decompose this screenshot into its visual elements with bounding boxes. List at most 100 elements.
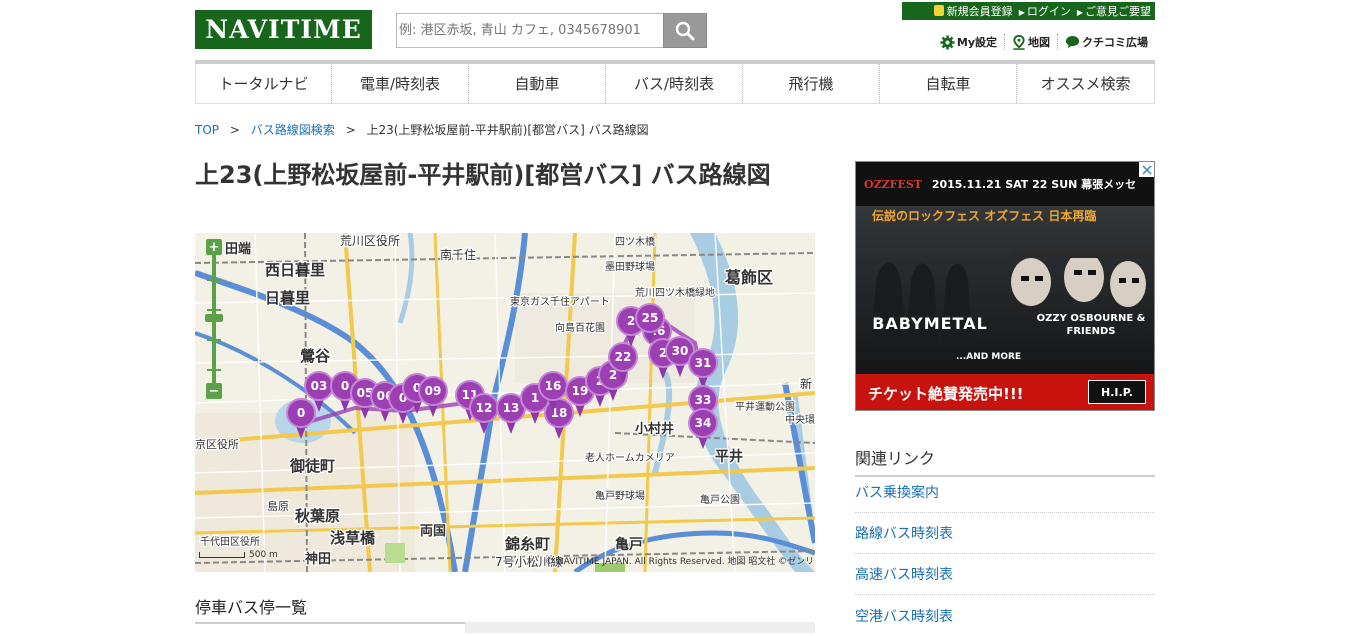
svg-text:2: 2 [627, 314, 635, 328]
map-place-label: 南千住 [440, 247, 476, 262]
svg-text:0: 0 [297, 406, 305, 420]
svg-text:30: 30 [672, 344, 689, 358]
map-place-label: 田端 [225, 241, 251, 257]
navitime-logo[interactable]: NAVITIME [195, 10, 372, 49]
ad-subtitle: 伝説のロックフェス オズフェス 日本再臨 [872, 209, 1097, 223]
map-scale: 500 m [199, 550, 278, 560]
advertisement-banner[interactable]: OZZFEST 2015.11.21 SAT 22 SUN 幕張メッセ 伝説のロ… [855, 161, 1155, 411]
map-canvas[interactable]: 田端西日暮里日暮里鶯谷 荒川区役所南千住葛飾区東京ガス千住アパート向島百花園 荒川四… [195, 233, 815, 572]
map-place-label: 浅草橋 [330, 529, 376, 547]
review-plaza-link[interactable]: クチコミ広場 [1057, 34, 1155, 50]
svg-text:12: 12 [476, 401, 493, 415]
svg-text:03: 03 [311, 379, 328, 393]
related-links-list: バス乗換案内 路線バス時刻表 高速バス時刻表 空港バス時刻表 [855, 472, 1155, 636]
account-links: 新規会員登録 ▶ ログイン ▶ ご意見ご要望 [902, 2, 1155, 20]
nav-bus-timetable[interactable]: バス/時刻表 [606, 64, 743, 103]
ad-logo: OZZFEST [864, 178, 922, 191]
svg-text:34: 34 [695, 416, 712, 430]
svg-text:19: 19 [572, 384, 589, 398]
svg-text:16: 16 [545, 379, 562, 393]
nav-bicycle[interactable]: 自転車 [880, 64, 1017, 103]
map-place-label: 墨田野球場 [605, 260, 655, 273]
arrow-right-icon: ▶ [1018, 8, 1025, 17]
map-place-label: 向島百花園 [555, 321, 605, 334]
map-place-label: 千代田区役所 [200, 535, 260, 548]
map-place-label: 両国 [420, 524, 446, 539]
feedback-link[interactable]: ▶ ご意見ご要望 [1077, 3, 1151, 19]
svg-text:13: 13 [503, 401, 520, 415]
map-place-label: 新 [800, 376, 812, 391]
svg-text:33: 33 [695, 393, 712, 407]
map-place-label: 中央環状線 [785, 413, 815, 426]
page: NAVITIME 新規会員登録 ▶ログイン ▶ご意見ご要望 My設定 [195, 0, 1155, 633]
svg-text:25: 25 [642, 311, 659, 325]
map-place-label: 鶯谷 [300, 347, 331, 365]
map-place-label: 秋葉原 [295, 507, 340, 525]
map-place-label: 小村井 [635, 421, 674, 437]
map-place-label: 四ツ木橋 [615, 235, 655, 248]
ad-brand-logo: H.I.P. [1088, 380, 1146, 404]
breadcrumb: TOP > バス路線図検索 > 上23(上野松坂屋前-平井駅前)[都営バス] バ… [195, 121, 649, 138]
map-place-label: 日暮里 [265, 289, 310, 307]
route-map[interactable]: 田端 西日暮里 日暮里 鶯谷 荒川区役所 南千住 葛飾区 東京ガス千住アパート 向島百花園 荒川四… [195, 233, 815, 572]
search-button[interactable] [663, 13, 707, 48]
svg-text:09: 09 [425, 384, 442, 398]
map-place-label: 錦糸町 [504, 535, 550, 553]
breadcrumb-bus-route-search[interactable]: バス路線図検索 [251, 123, 335, 137]
zoom-in-button[interactable]: + [206, 239, 222, 255]
map-place-label: 荒川四ツ木橋緑地 [635, 286, 715, 299]
map-place-label: 平井 [715, 448, 743, 465]
related-link-airport-bus-timetable[interactable]: 空港バス時刻表 [855, 595, 1155, 636]
svg-text:0: 0 [341, 379, 349, 393]
svg-text:1: 1 [531, 391, 539, 405]
nav-airplane[interactable]: 飛行機 [743, 64, 880, 103]
breadcrumb-current: 上23(上野松坂屋前-平井駅前)[都営バス] バス路線図 [366, 123, 649, 137]
ad-info-close-button[interactable] [1139, 162, 1154, 177]
map-place-label: 老人ホームカメリア [585, 451, 675, 464]
map-copyright: © NAVITIME JAPAN. All Rights Reserved. 地… [545, 557, 815, 567]
nav-train-timetable[interactable]: 電車/時刻表 [332, 64, 469, 103]
page-title: 上23(上野松坂屋前-平井駅前)[都営バス] バス路線図 [195, 161, 771, 189]
ad-header-text: OZZFEST 2015.11.21 SAT 22 SUN 幕張メッセ [864, 178, 1137, 191]
breadcrumb-top[interactable]: TOP [195, 123, 219, 137]
map-place-label: 東京ガス千住アパート [510, 295, 610, 308]
close-icon [1141, 164, 1152, 175]
register-link[interactable]: 新規会員登録 [933, 3, 1013, 19]
svg-text:31: 31 [695, 356, 712, 370]
zoom-out-button[interactable]: − [206, 383, 222, 399]
map-place-label: 御徒町 [289, 457, 335, 475]
map-place-label: 西日暮里 [265, 261, 325, 279]
nav-total-navi[interactable]: トータルナビ [195, 64, 332, 103]
global-nav: トータルナビ 電車/時刻表 自動車 バス/時刻表 飛行機 自転車 オススメ検索 [195, 60, 1155, 104]
arrow-right-icon: ▶ [1076, 8, 1083, 17]
map-place-label: 亀戸 [615, 536, 643, 553]
speech-bubble-icon [1065, 36, 1080, 49]
login-link[interactable]: ▶ ログイン [1019, 3, 1071, 19]
map-place-label: 京区役所 [195, 437, 239, 451]
ad-band-2: OZZY OSBOURNE & FRIENDS [1036, 313, 1146, 337]
gear-icon [940, 34, 955, 50]
ad-more: ...AND MORE [956, 352, 1022, 362]
related-link-highway-bus-timetable[interactable]: 高速バス時刻表 [855, 554, 1155, 595]
map-place-label: 葛飾区 [725, 268, 773, 287]
map-place-label: 平井運動公園 [735, 400, 795, 413]
map-place-label: 亀戸公園 [700, 493, 740, 506]
scale-bar [199, 552, 245, 558]
breadcrumb-separator: > [229, 123, 240, 137]
search-input[interactable] [396, 13, 664, 48]
my-settings-link[interactable]: My設定 [933, 34, 1004, 50]
map-link[interactable]: 地図 [1004, 34, 1057, 50]
svg-text:22: 22 [615, 350, 632, 364]
map-zoom-control[interactable]: + − [203, 239, 225, 399]
related-link-route-bus-timetable[interactable]: 路線バス時刻表 [855, 513, 1155, 554]
map-place-label: 神田 [305, 551, 331, 567]
nav-car[interactable]: 自動車 [469, 64, 606, 103]
related-link-bus-transfer[interactable]: バス乗換案内 [855, 472, 1155, 513]
utility-links: My設定 地図 クチコミ広場 [915, 31, 1155, 53]
nav-recommended-search[interactable]: オススメ検索 [1017, 64, 1155, 103]
stops-list-heading: 停車バス停一覧 [195, 594, 815, 624]
ad-cta: チケット絶賛発売中!!! [868, 385, 1024, 403]
search-icon [675, 21, 695, 40]
stops-list-tab [465, 622, 815, 633]
ad-image [856, 162, 1154, 410]
